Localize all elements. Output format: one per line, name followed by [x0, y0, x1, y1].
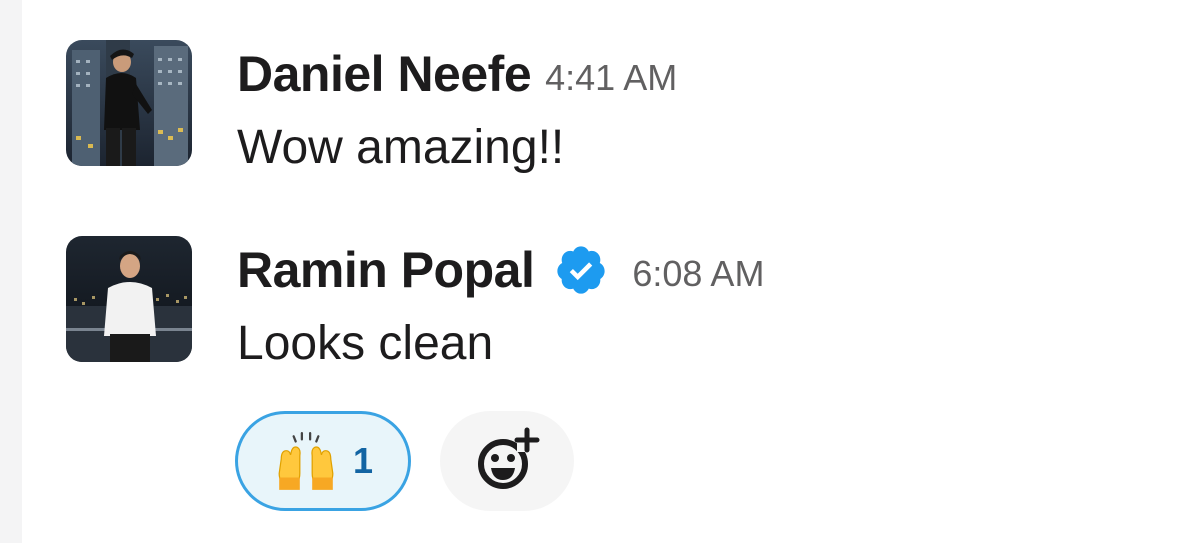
reaction-raising-hands[interactable]: 1	[235, 411, 411, 511]
sidebar-edge	[0, 0, 22, 543]
avatar[interactable]	[66, 40, 192, 166]
add-emoji-icon	[478, 427, 540, 489]
sender-name[interactable]: Ramin Popal	[237, 241, 535, 299]
avatar[interactable]	[66, 236, 192, 362]
message-text: Looks clean	[237, 317, 494, 370]
message-header: Ramin Popal 6:08 AM	[237, 240, 764, 300]
add-reaction-button[interactable]	[440, 411, 574, 511]
message-text: Wow amazing!!	[237, 121, 565, 174]
reactions-bar: 1	[235, 411, 574, 511]
message-header: Daniel Neefe 4:41 AM	[237, 44, 677, 104]
person-night-city-avatar-icon	[66, 40, 192, 166]
reaction-count: 1	[352, 440, 374, 481]
timestamp[interactable]: 4:41 AM	[545, 49, 677, 99]
sender-name[interactable]: Daniel Neefe	[237, 45, 532, 103]
person-white-shirt-avatar-icon	[66, 236, 192, 362]
verified-badge-icon	[557, 246, 605, 294]
timestamp[interactable]: 6:08 AM	[632, 245, 764, 295]
raising-hands-emoji-icon	[278, 432, 334, 490]
